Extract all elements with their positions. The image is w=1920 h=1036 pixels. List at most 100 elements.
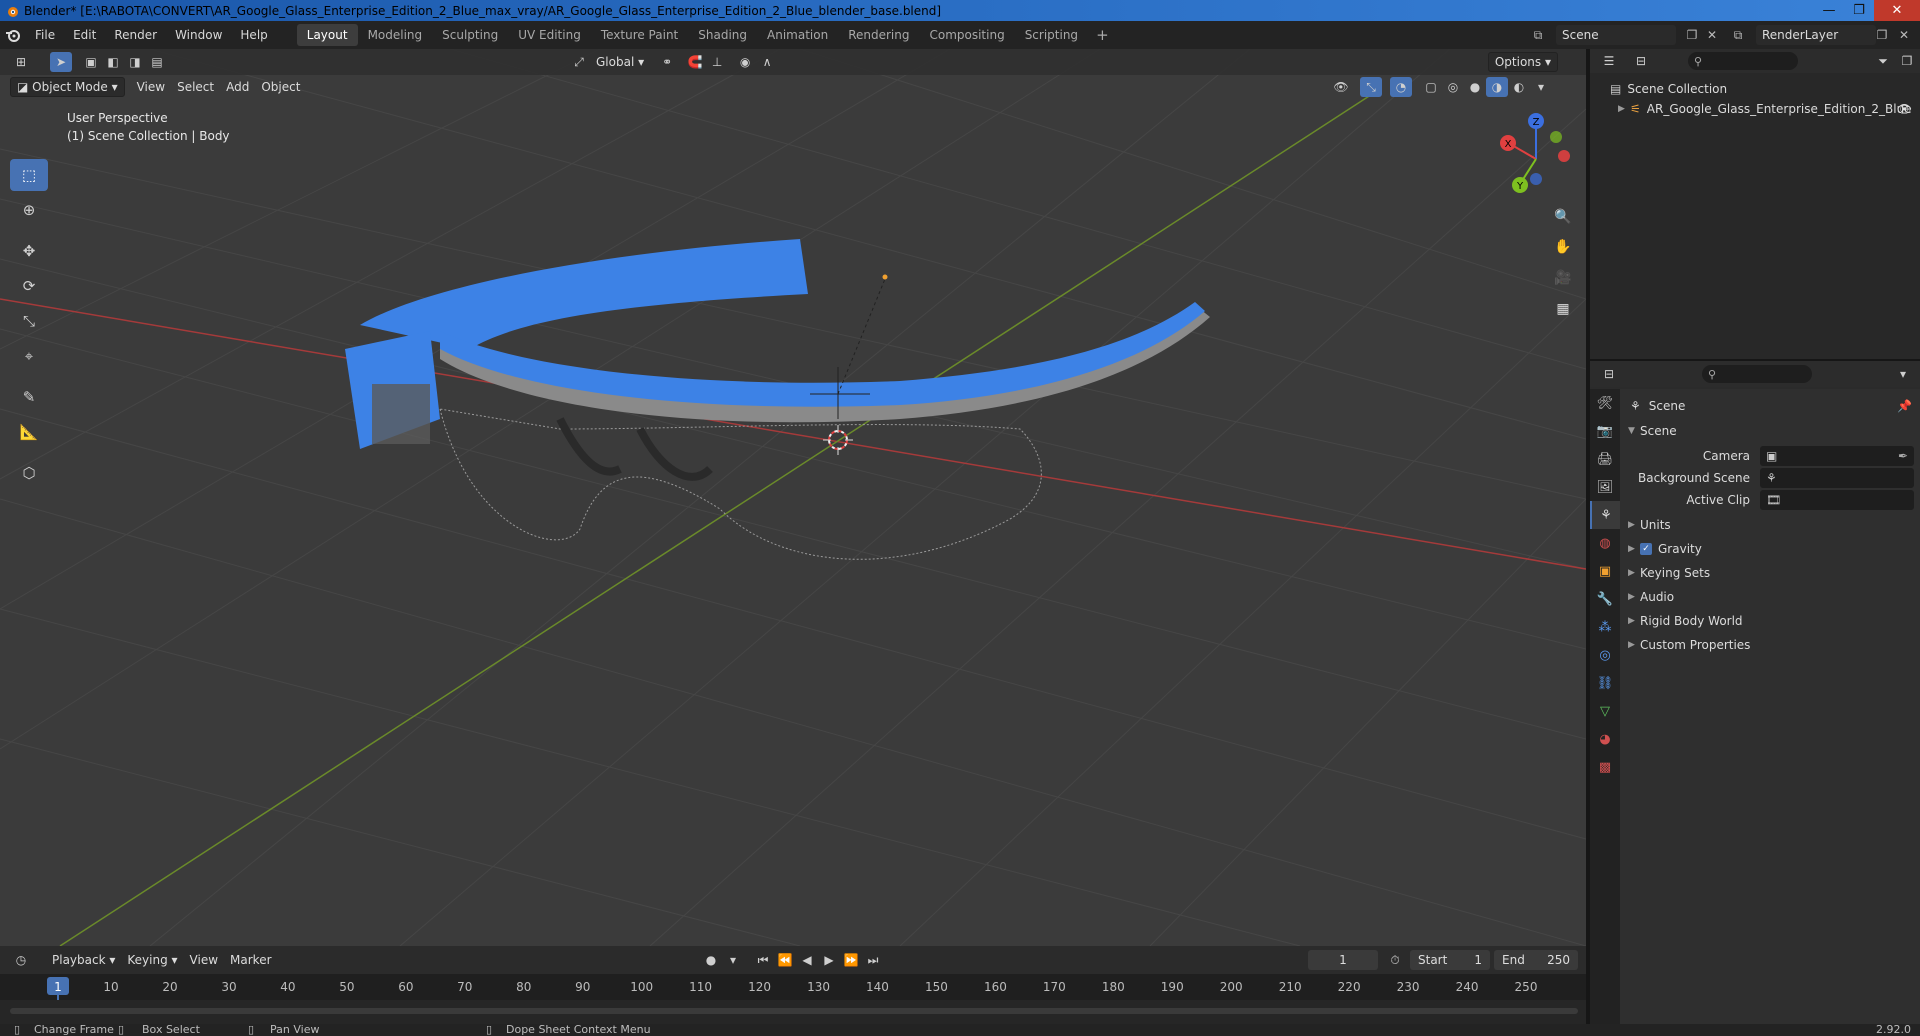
options-dropdown[interactable]: Options ▾ [1487, 52, 1558, 72]
tab-shading[interactable]: Shading [688, 24, 757, 46]
play-reverse-icon[interactable]: ◀ [796, 950, 818, 970]
current-frame-field[interactable]: 1 [1308, 950, 1378, 970]
menu-object[interactable]: Object [255, 77, 306, 97]
tab-modeling[interactable]: Modeling [358, 24, 433, 46]
timeline-ruler[interactable]: 1 10 20 30 40 50 60 70 80 90 100 110 120 130 140 150 160… [0, 974, 1586, 1025]
xray-toggle-icon[interactable]: ▢ [1420, 77, 1442, 97]
menu-marker[interactable]: Marker [224, 950, 277, 970]
mode-dropdown[interactable]: ◪ Object Mode ▾ [10, 77, 125, 97]
tab-sculpting[interactable]: Sculpting [432, 24, 508, 46]
select-tool-icon[interactable]: ➤ [50, 52, 72, 72]
delete-view-layer-icon[interactable]: ✕ [1892, 25, 1916, 45]
timeline-editor[interactable]: ◷ Playback ▾ Keying ▾ View Marker ● ▾ ⏮ … [0, 946, 1586, 1025]
jump-start-icon[interactable]: ⏮ [752, 950, 774, 970]
eye-icon[interactable]: 👁 [1897, 102, 1912, 116]
menu-render[interactable]: Render [105, 21, 166, 49]
menu-file[interactable]: File [26, 21, 64, 49]
shading-options-icon[interactable]: ▾ [1530, 77, 1552, 97]
units-panel-header[interactable]: ▶ Units [1628, 515, 1671, 535]
tab-texture-paint[interactable]: Texture Paint [591, 24, 688, 46]
snap-icon[interactable]: 🧲 [684, 52, 706, 72]
jump-keyframe-forward-icon[interactable]: ⏩ [840, 950, 862, 970]
rigid-body-world-panel-header[interactable]: ▶ Rigid Body World [1628, 611, 1743, 631]
close-button[interactable]: ✕ [1874, 0, 1920, 21]
stopwatch-icon[interactable]: ⏱ [1384, 950, 1406, 970]
scene-browse-icon[interactable]: ⧉ [1526, 25, 1550, 45]
measure-icon[interactable]: 📐 [10, 416, 48, 448]
solid-shading-icon[interactable]: ● [1464, 77, 1486, 97]
transform-orientation-icon[interactable]: ⤢ [568, 52, 590, 72]
camera-view-icon[interactable]: 🎥 [1550, 265, 1576, 291]
timeline-scrollbar[interactable] [10, 1008, 1578, 1014]
menu-select[interactable]: Select [171, 77, 220, 97]
menu-window[interactable]: Window [166, 21, 231, 49]
pin-icon[interactable]: 📌 [1897, 399, 1912, 413]
menu-view[interactable]: View [131, 77, 171, 97]
gizmo-toggle-icon[interactable]: ⤡ [1360, 77, 1382, 97]
scale-icon[interactable]: ⤡ [10, 305, 48, 337]
view-layer-selector[interactable]: RenderLayer [1756, 25, 1876, 45]
pan-hand-icon[interactable]: ✋ [1550, 234, 1576, 260]
maximize-button[interactable]: ❐ [1844, 0, 1874, 21]
outliner-search-input[interactable]: ⚲ [1688, 52, 1798, 70]
properties-panel[interactable]: ⊟ ⚲ ▾ 🛠 📷 🖨 🖼 ⚘ ◍ ▣ 🔧 ⁂ ◎ ⛓ ▽ ◕ ▩ ⚘ Scen… [1590, 361, 1920, 1024]
jump-keyframe-back-icon[interactable]: ⏪ [774, 950, 796, 970]
material-shading-icon[interactable]: ◑ [1486, 77, 1508, 97]
end-frame-field[interactable]: End 250 [1494, 950, 1578, 970]
ortho-toggle-icon[interactable]: ▦ [1550, 296, 1576, 322]
zoom-icon[interactable]: 🔍 [1550, 204, 1576, 230]
tab-animation[interactable]: Animation [757, 24, 838, 46]
record-options-icon[interactable]: ▾ [722, 950, 744, 970]
select-intersect-icon[interactable]: ▤ [146, 52, 168, 72]
move-icon[interactable]: ✥ [10, 235, 48, 267]
eyedropper-icon[interactable]: ✒ [1898, 449, 1908, 463]
tab-layout[interactable]: Layout [296, 24, 358, 46]
menu-edit[interactable]: Edit [64, 21, 105, 49]
properties-editor-type-icon[interactable]: ⊟ [1598, 364, 1620, 384]
custom-properties-panel-header[interactable]: ▶ Custom Properties [1628, 635, 1750, 655]
gravity-checkbox[interactable]: ✓ [1640, 543, 1652, 555]
scene-selector[interactable]: Scene [1556, 25, 1676, 45]
select-extend-icon[interactable]: ◧ [102, 52, 124, 72]
texture-tab-icon[interactable]: ▩ [1590, 753, 1620, 781]
editor-type-icon[interactable]: ⊞ [10, 52, 32, 72]
menu-timeline-view[interactable]: View [184, 950, 224, 970]
tab-compositing[interactable]: Compositing [919, 24, 1014, 46]
rotate-icon[interactable]: ⟳ [10, 270, 48, 302]
outliner-panel[interactable]: ☰ ⊟ ⚲ ⏷ ❐ ▤ Scene Collection ▶ ⚟ AR_Goog… [1590, 49, 1920, 361]
tool-tab-icon[interactable]: 🛠 [1590, 389, 1620, 417]
outliner-scene-collection[interactable]: ▤ Scene Collection [1590, 79, 1920, 99]
scene-panel-header[interactable]: ▼ Scene [1628, 421, 1677, 441]
timeline-body[interactable] [0, 1000, 1586, 1024]
viewport-scene[interactable]: Z X Y [0, 49, 1586, 946]
select-subtract-icon[interactable]: ◨ [124, 52, 146, 72]
audio-panel-header[interactable]: ▶ Audio [1628, 587, 1674, 607]
light-origin[interactable] [882, 274, 888, 280]
output-tab-icon[interactable]: 🖨 [1590, 445, 1620, 473]
delete-scene-icon[interactable]: ✕ [1700, 25, 1724, 45]
blender-menu-icon[interactable] [0, 21, 26, 49]
transform-orientation-dropdown[interactable]: Global ▾ [590, 52, 650, 72]
select-box-icon[interactable]: ⬚ [10, 159, 48, 191]
select-new-icon[interactable]: ▣ [80, 52, 102, 72]
object-tab-icon[interactable]: ▣ [1590, 557, 1620, 585]
transform-icon[interactable]: ⌖ [10, 340, 48, 372]
menu-keying[interactable]: Keying ▾ [121, 950, 183, 970]
new-view-layer-icon[interactable]: ❐ [1870, 25, 1894, 45]
new-collection-icon[interactable]: ❐ [1896, 51, 1918, 71]
background-scene-field[interactable]: ⚘ [1760, 468, 1914, 488]
data-tab-icon[interactable]: ▽ [1590, 697, 1620, 725]
falloff-icon[interactable]: ∧ [756, 52, 778, 72]
world-tab-icon[interactable]: ◍ [1590, 529, 1620, 557]
add-workspace-button[interactable]: + [1088, 26, 1117, 44]
modifier-tab-icon[interactable]: 🔧 [1590, 585, 1620, 613]
add-cube-icon[interactable]: ⬡ [10, 457, 48, 489]
timeline-editor-type-icon[interactable]: ◷ [10, 950, 32, 970]
render-tab-icon[interactable]: 📷 [1590, 417, 1620, 445]
overlay-toggle-icon[interactable]: ◔ [1390, 77, 1412, 97]
physics-tab-icon[interactable]: ◎ [1590, 641, 1620, 669]
tab-rendering[interactable]: Rendering [838, 24, 919, 46]
jump-end-icon[interactable]: ⏭ [862, 950, 884, 970]
outliner-editor-type-icon[interactable]: ☰ [1598, 51, 1620, 71]
area-splitter-vertical[interactable] [1586, 49, 1590, 1024]
